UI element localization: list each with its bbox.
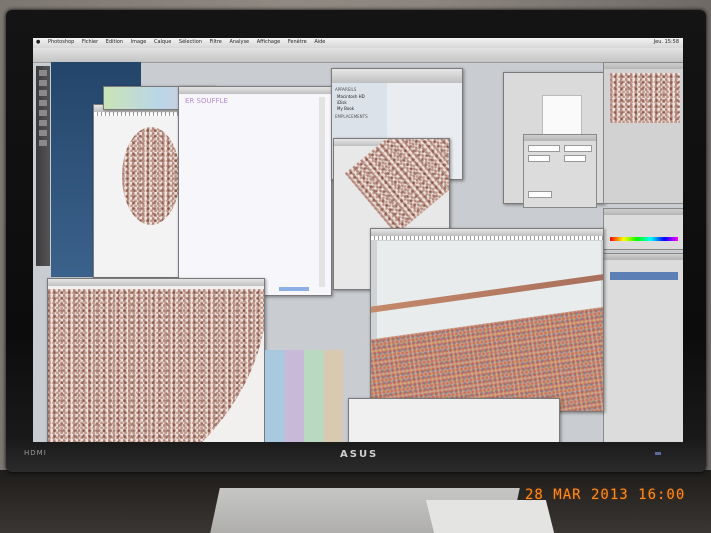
tools-panel [36, 66, 50, 266]
thumbnail-image [542, 95, 582, 137]
menu-item-app[interactable]: Photoshop [48, 39, 74, 45]
menu-item-window[interactable]: Fenêtre [288, 39, 307, 45]
apple-menu-icon[interactable]: ● [36, 39, 40, 45]
menu-item-layer[interactable]: Calque [154, 39, 171, 45]
image-window-texture[interactable] [370, 228, 604, 412]
finder-toolbar[interactable] [332, 69, 462, 83]
menu-item-help[interactable]: Aide [314, 39, 325, 45]
menu-item-edit[interactable]: Edition [106, 39, 123, 45]
hdmi-label: HDMI [24, 449, 47, 457]
lasso-tool-icon[interactable] [39, 90, 47, 96]
layers-panel [603, 253, 683, 442]
menu-item-view[interactable]: Affichage [257, 39, 281, 45]
layer-row-selected[interactable] [610, 272, 678, 280]
power-led [655, 452, 661, 455]
navigator-panel [603, 62, 683, 204]
panel-tab-navigator[interactable] [604, 63, 683, 69]
character-palette[interactable] [523, 134, 597, 208]
sidebar-heading-places: EMPLACEMENTS [335, 114, 368, 119]
menu-item-filter[interactable]: Filtre [210, 39, 222, 45]
window-title-bar[interactable] [179, 87, 331, 94]
document-text: ER SOUFFLE [185, 97, 228, 105]
window-title-bar[interactable] [48, 279, 264, 286]
menu-item-image[interactable]: Image [131, 39, 147, 45]
palette-tab[interactable] [524, 135, 596, 141]
panel-tab-layers[interactable] [604, 254, 683, 260]
brush-tool-icon[interactable] [39, 110, 47, 116]
marquee-tool-icon[interactable] [39, 80, 47, 86]
style-field[interactable] [564, 145, 592, 152]
eraser-tool-icon[interactable] [39, 120, 47, 126]
font-field[interactable] [528, 145, 560, 152]
color-spectrum[interactable] [610, 237, 678, 241]
blank-document-window[interactable]: ER SOUFFLE [178, 86, 332, 296]
sidebar-item-macintosh-hd[interactable]: Macintosh HD [337, 94, 365, 99]
texture-stripe [371, 270, 603, 314]
texture-canvas [371, 241, 603, 411]
camera-timestamp: 28 MAR 2013 16:00 [525, 487, 686, 503]
dialog-window[interactable] [348, 398, 560, 442]
color-panel [603, 208, 683, 250]
window-title-bar[interactable] [371, 229, 603, 236]
speckled-oval-image [122, 127, 180, 225]
leading-field[interactable] [564, 155, 586, 162]
menubar-clock: Jeu. 15:58 [653, 39, 679, 45]
monitor-screen: ● Photoshop Fichier Edition Image Calque… [33, 38, 683, 442]
speckled-large-image [48, 289, 264, 442]
image-window-large[interactable] [47, 278, 265, 442]
speckled-texture-image [371, 304, 603, 411]
text-tool-icon[interactable] [39, 130, 47, 136]
language-select[interactable] [528, 191, 552, 198]
sidebar-item-my-book[interactable]: My Book [337, 106, 354, 111]
crop-tool-icon[interactable] [39, 100, 47, 106]
speckled-diagonal-image [344, 139, 449, 235]
menu-item-analysis[interactable]: Analyse [229, 39, 249, 45]
options-bar [33, 48, 683, 63]
zoom-tool-icon[interactable] [39, 140, 47, 146]
paper-sheet [425, 500, 555, 533]
move-tool-icon[interactable] [39, 70, 47, 76]
ruler [371, 236, 603, 240]
vertical-scrollbar[interactable] [319, 97, 325, 287]
size-field[interactable] [528, 155, 550, 162]
horizontal-scrollbar[interactable] [279, 287, 309, 291]
menu-item-file[interactable]: Fichier [82, 39, 98, 45]
panel-tab-color[interactable] [604, 209, 683, 215]
menu-item-select[interactable]: Sélection [179, 39, 202, 45]
sidebar-item-idisk[interactable]: iDisk [337, 100, 347, 105]
pixel-mosaic-image [265, 350, 343, 442]
navigator-preview [610, 73, 680, 123]
menu-bar: ● Photoshop Fichier Edition Image Calque… [33, 38, 683, 48]
sidebar-heading-devices: APPAREILS [335, 87, 357, 92]
monitor-brand-logo: ASUS [340, 449, 379, 460]
